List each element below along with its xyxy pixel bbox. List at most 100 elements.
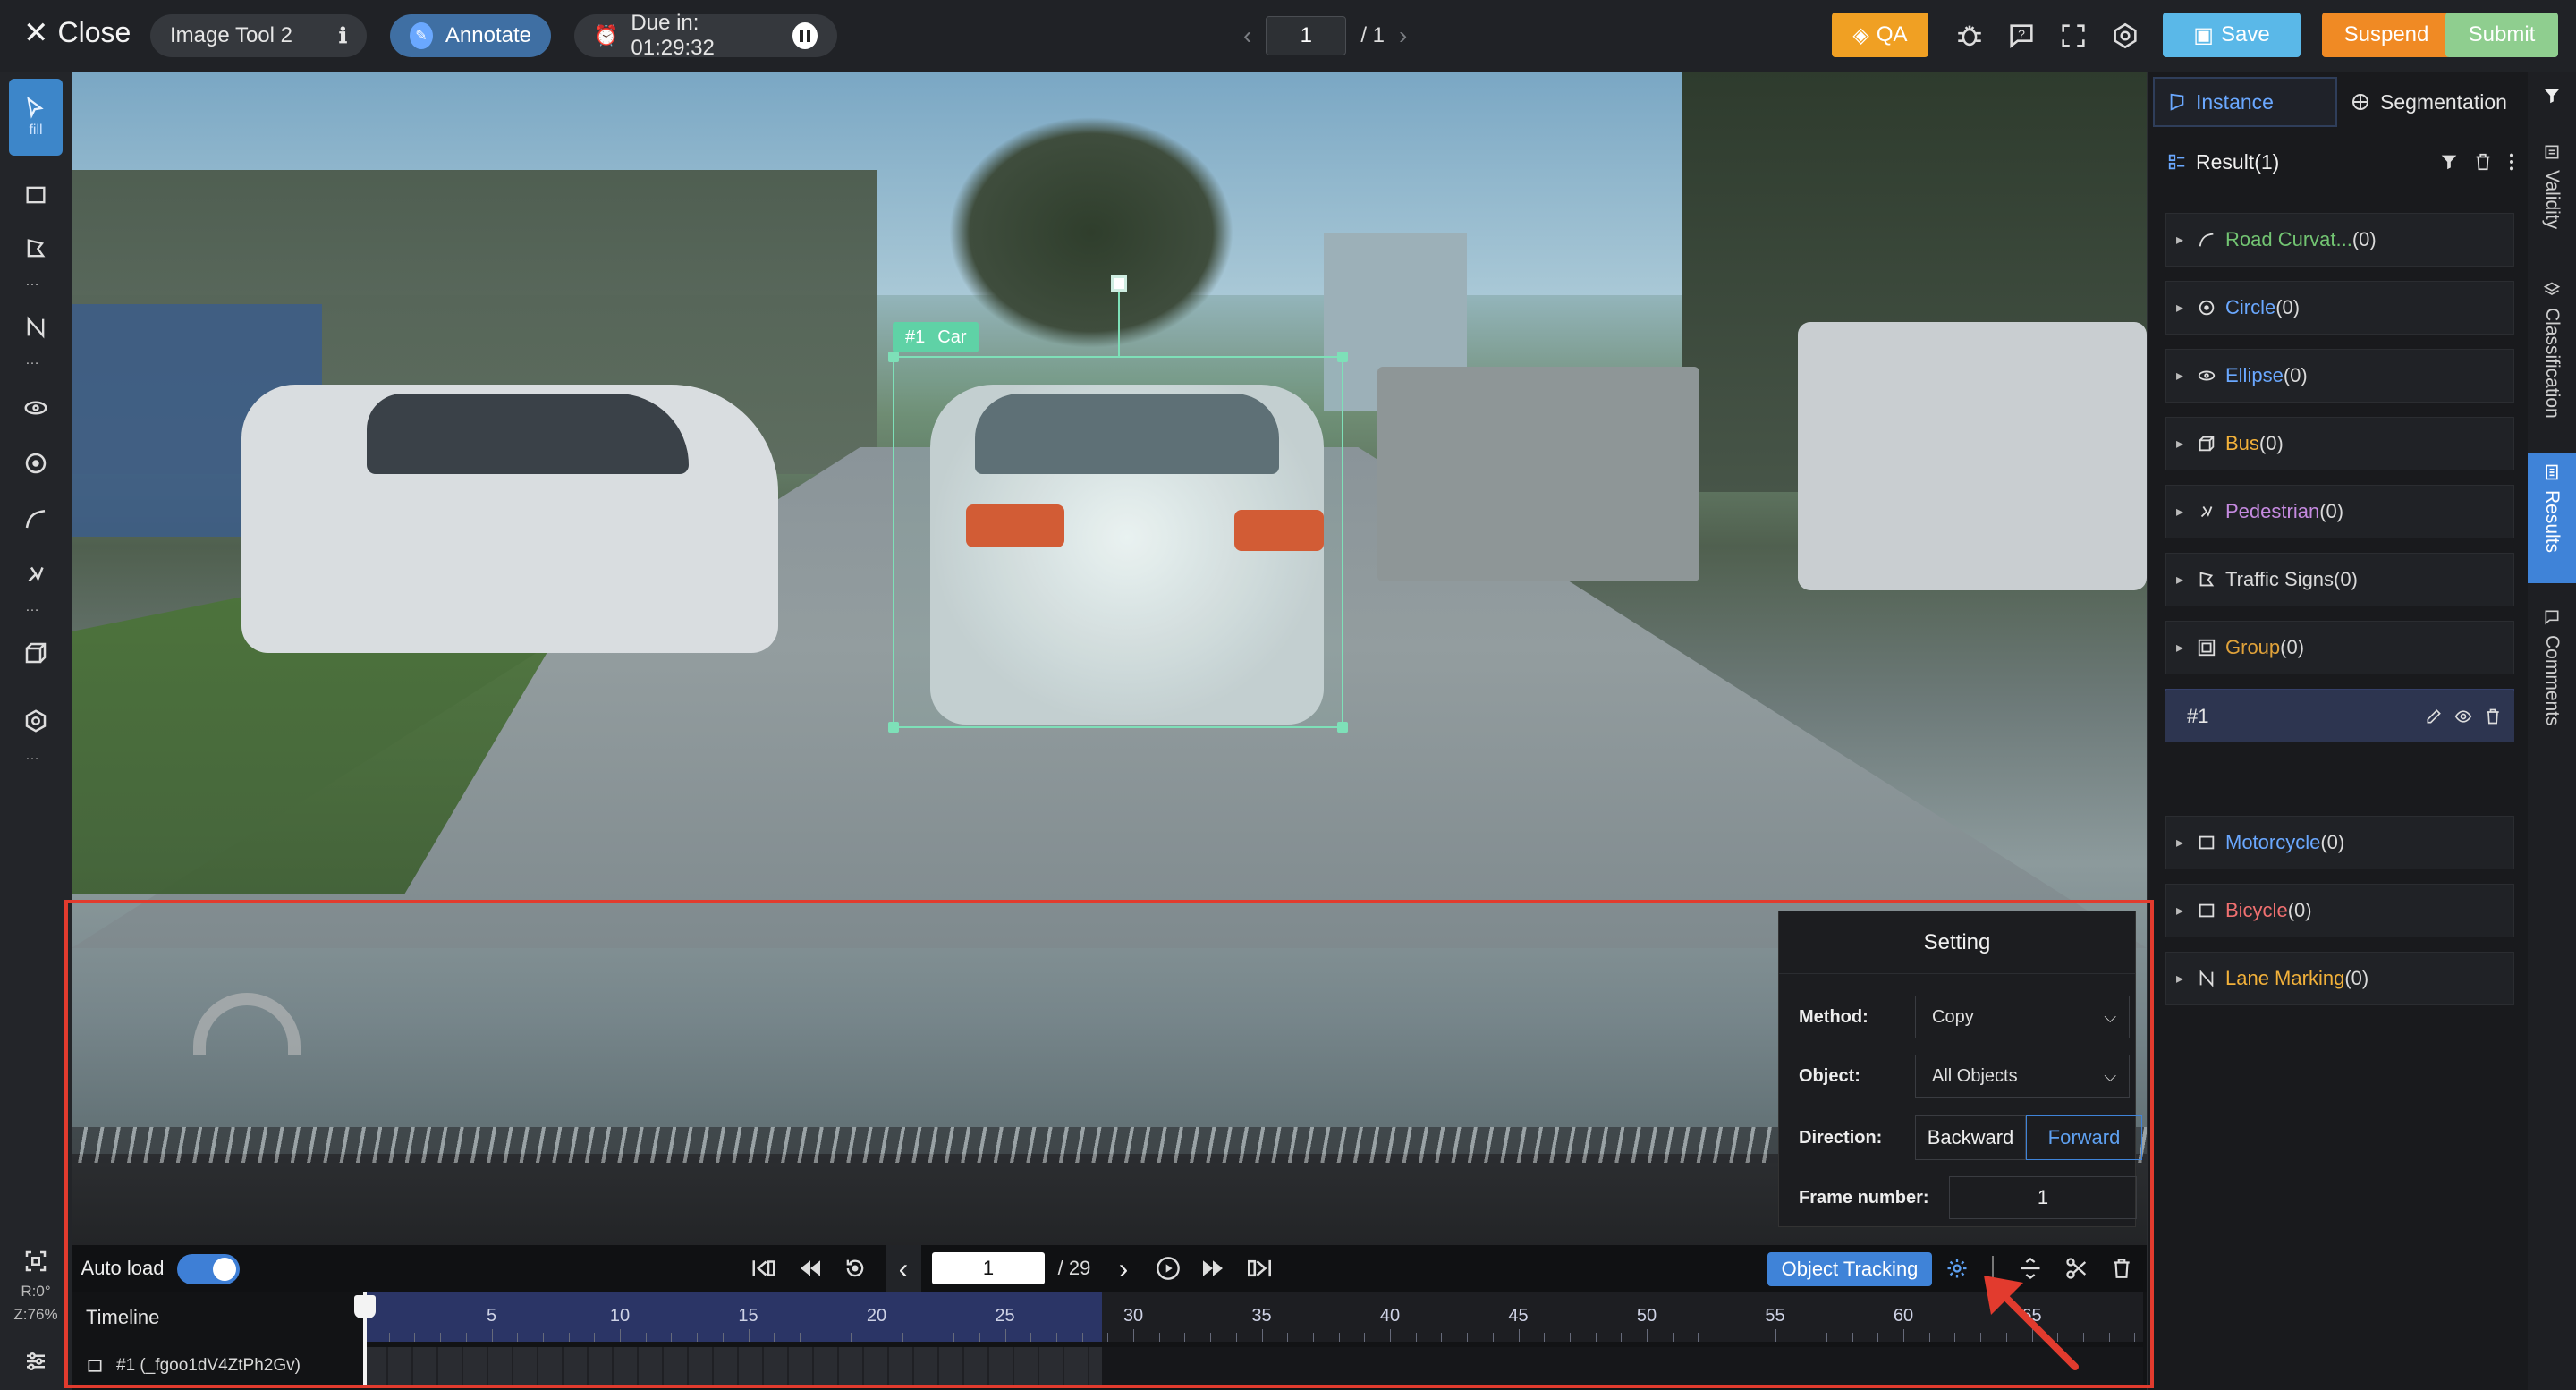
suspend-button[interactable]: Suspend	[2322, 13, 2451, 57]
prev-page-icon[interactable]: ‹	[1243, 21, 1251, 50]
next-page-icon[interactable]: ›	[1399, 21, 1407, 50]
tab-segmentation[interactable]: Segmentation	[2337, 77, 2520, 127]
qa-button[interactable]: ◈ QA	[1832, 13, 1928, 57]
expand-caret-icon[interactable]: ▸	[2166, 834, 2193, 852]
expand-caret-icon[interactable]: ▸	[2166, 503, 2193, 521]
category-row-bicycle[interactable]: ▸ Bicycle (0)	[2165, 884, 2514, 937]
select-tool[interactable]: fill	[9, 79, 63, 156]
circle-tool[interactable]	[9, 436, 63, 490]
frame-input[interactable]: 1	[932, 1252, 1045, 1284]
track-label[interactable]: #1 (_fgoo1dV4ZtPh2Gv)	[86, 1356, 301, 1376]
delete-icon[interactable]	[2104, 1245, 2140, 1292]
resize-handle[interactable]	[1337, 352, 1348, 362]
category-count: (0)	[2344, 967, 2369, 989]
next-frame-icon[interactable]: ›	[1106, 1245, 1141, 1292]
tool-name-badge[interactable]: Image Tool 2 ℹ	[150, 14, 367, 57]
rail-comments[interactable]: Comments	[2528, 605, 2576, 775]
category-row-motorcycle[interactable]: ▸ Motorcycle (0)	[2165, 816, 2514, 869]
first-frame-icon[interactable]	[746, 1245, 782, 1292]
filter-icon[interactable]	[2439, 152, 2459, 172]
save-button[interactable]: ▣ Save	[2163, 13, 2301, 57]
polyline-tool[interactable]	[9, 301, 63, 354]
category-row-ellipse[interactable]: ▸ Ellipse (0)	[2165, 349, 2514, 403]
prev-frame-icon[interactable]: ‹	[886, 1245, 921, 1292]
filter-rail-icon[interactable]	[2528, 86, 2576, 106]
close-button[interactable]: ✕ Close	[23, 16, 131, 49]
curve-icon	[25, 510, 46, 529]
playhead[interactable]	[354, 1292, 376, 1388]
tab-instance[interactable]: Instance	[2153, 77, 2337, 127]
frame-number-input[interactable]: 1	[1949, 1176, 2137, 1219]
expand-caret-icon[interactable]: ▸	[2166, 435, 2193, 453]
category-row-group[interactable]: ▸ Group (0)	[2165, 621, 2514, 674]
instance-row[interactable]: #1	[2165, 691, 2514, 742]
category-row-bus[interactable]: ▸ Bus (0)	[2165, 417, 2514, 470]
bug-icon[interactable]	[1952, 18, 1987, 54]
rotate-handle[interactable]	[1111, 275, 1127, 292]
zoom-readout: Z:76%	[13, 1306, 58, 1323]
object-tracking-button[interactable]: Object Tracking	[1767, 1252, 1932, 1286]
submit-button[interactable]: Submit	[2445, 13, 2558, 57]
skeleton-tool[interactable]	[9, 547, 63, 601]
help-icon[interactable]: ?	[2004, 18, 2039, 54]
direction-backward-button[interactable]: Backward	[1915, 1115, 2026, 1160]
adjust-tool[interactable]	[9, 1335, 63, 1388]
category-row-circle[interactable]: ▸ Circle (0)	[2165, 281, 2514, 335]
expand-caret-icon[interactable]: ▸	[2166, 902, 2193, 920]
annotate-badge[interactable]: ✎ Annotate	[390, 14, 551, 57]
method-select[interactable]: Copy ⌵	[1915, 996, 2130, 1038]
result-title: Result(1)	[2196, 149, 2280, 174]
timeline-ruler[interactable]: 5 10 15 20 25 30 35 40 45 50 55 60 65	[363, 1292, 2143, 1342]
settings-puzzle-icon[interactable]	[2107, 18, 2143, 54]
expand-caret-icon[interactable]: ▸	[2166, 299, 2193, 317]
ai-tool[interactable]	[9, 694, 63, 748]
more-dots[interactable]: …	[25, 748, 41, 764]
red-arrow-icon	[1984, 1276, 2079, 1370]
direction-forward-button[interactable]: Forward	[2026, 1115, 2142, 1160]
more-vertical-icon[interactable]	[2507, 152, 2516, 172]
last-frame-icon[interactable]	[1240, 1245, 1279, 1292]
trash-icon[interactable]	[2484, 708, 2502, 725]
resize-handle[interactable]	[888, 722, 899, 733]
expand-caret-icon[interactable]: ▸	[2166, 970, 2193, 987]
resize-handle[interactable]	[888, 352, 899, 362]
category-row-pedestrian[interactable]: ▸ Pedestrian (0)	[2165, 485, 2514, 538]
page-input[interactable]: 1	[1266, 16, 1347, 55]
replay-icon[interactable]	[837, 1245, 873, 1292]
info-icon[interactable]: ℹ	[339, 23, 347, 49]
fullscreen-icon[interactable]	[2055, 18, 2091, 54]
tracking-settings-gear-icon[interactable]	[1939, 1245, 1975, 1292]
car-bounding-box[interactable]	[888, 352, 1348, 733]
cuboid-tool[interactable]	[9, 626, 63, 680]
more-dots[interactable]: …	[25, 599, 41, 615]
auto-load-toggle[interactable]	[177, 1254, 240, 1284]
more-dots[interactable]: …	[25, 274, 41, 290]
category-row-road-curvat[interactable]: ▸ Road Curvat... (0)	[2165, 213, 2514, 267]
expand-caret-icon[interactable]: ▸	[2166, 231, 2193, 249]
qa-icon: ◈	[1852, 22, 1869, 47]
expand-caret-icon[interactable]: ▸	[2166, 367, 2193, 385]
rewind-icon[interactable]	[792, 1245, 828, 1292]
play-icon[interactable]	[1150, 1245, 1186, 1292]
fit-view-tool[interactable]	[9, 1234, 63, 1288]
more-dots[interactable]: …	[25, 352, 41, 369]
cursor-icon	[27, 96, 44, 119]
rectangle-tool[interactable]	[9, 168, 63, 222]
edit-icon[interactable]	[2425, 708, 2443, 725]
category-row-lane-marking[interactable]: ▸ Lane Marking (0)	[2165, 952, 2514, 1005]
curve-tool[interactable]	[9, 492, 63, 546]
track-row[interactable]	[363, 1347, 2143, 1385]
category-row-traffic-signs[interactable]: ▸ Traffic Signs (0)	[2165, 553, 2514, 606]
expand-caret-icon[interactable]: ▸	[2166, 639, 2193, 657]
rail-results[interactable]: Results	[2528, 453, 2576, 583]
resize-handle[interactable]	[1337, 722, 1348, 733]
visibility-icon[interactable]	[2453, 708, 2473, 725]
trash-icon[interactable]	[2473, 152, 2493, 172]
object-select[interactable]: All Objects ⌵	[1915, 1055, 2130, 1098]
pause-button[interactable]	[792, 22, 818, 49]
fast-forward-icon[interactable]	[1195, 1245, 1231, 1292]
expand-caret-icon[interactable]: ▸	[2166, 571, 2193, 589]
tick-mark	[414, 1333, 416, 1342]
ellipse-tool[interactable]	[9, 381, 63, 435]
polygon-tool[interactable]	[9, 222, 63, 275]
